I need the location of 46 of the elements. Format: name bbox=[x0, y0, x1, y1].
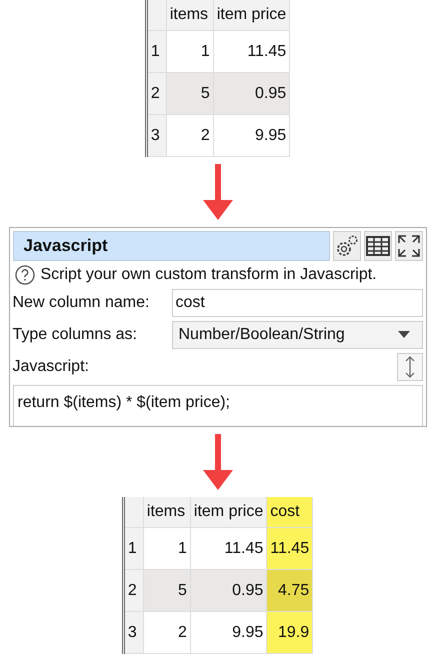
table-cell: 0.95 bbox=[190, 570, 267, 612]
table-cell: 2 bbox=[143, 612, 190, 654]
resize-button[interactable] bbox=[396, 353, 422, 381]
vertical-arrows-icon bbox=[404, 356, 414, 378]
table-icon bbox=[366, 235, 390, 257]
column-header[interactable]: item price bbox=[190, 497, 267, 528]
help-icon[interactable] bbox=[14, 265, 34, 285]
table-view-button[interactable] bbox=[364, 231, 392, 261]
gears-icon bbox=[334, 234, 358, 258]
down-arrow-icon bbox=[202, 434, 232, 490]
table-cell: 11.45 bbox=[213, 30, 290, 72]
code-label: Javascript: bbox=[12, 358, 89, 376]
table-cell: 11.45 bbox=[190, 528, 267, 570]
table-cell: 4.75 bbox=[266, 570, 313, 612]
table-cell: 11.45 bbox=[266, 528, 313, 570]
help-text: Script your own custom transform in Javascript. bbox=[40, 266, 377, 284]
row-number: 3 bbox=[123, 612, 144, 654]
table-cell: 9.95 bbox=[190, 612, 267, 654]
transform-title: Javascript bbox=[12, 231, 330, 261]
table-cell: 5 bbox=[166, 72, 214, 114]
code-editor[interactable]: return $(items) * $(item price); bbox=[12, 385, 422, 426]
dropdown-caret-icon bbox=[398, 331, 410, 339]
expand-icon bbox=[396, 234, 420, 258]
table-cell: 2 bbox=[166, 114, 214, 156]
row-number: 2 bbox=[146, 72, 166, 114]
row-number: 1 bbox=[146, 30, 166, 72]
table-cell: 9.95 bbox=[213, 114, 290, 156]
column-header[interactable]: item price bbox=[213, 0, 290, 30]
table-cell: 5 bbox=[143, 570, 190, 612]
table-cell: 19.9 bbox=[266, 612, 313, 654]
column-header[interactable]: cost bbox=[266, 497, 313, 528]
table-cell: 1 bbox=[143, 528, 190, 570]
settings-button[interactable] bbox=[332, 231, 360, 261]
table-cell: 0.95 bbox=[213, 72, 290, 114]
row-number: 3 bbox=[146, 114, 166, 156]
type-dropdown[interactable]: Number/Boolean/String bbox=[172, 321, 422, 349]
column-name-field[interactable]: cost bbox=[172, 289, 422, 317]
column-header[interactable]: items bbox=[166, 0, 214, 30]
table-cell: 1 bbox=[166, 30, 214, 72]
down-arrow-icon bbox=[202, 164, 232, 220]
maximize-button[interactable] bbox=[394, 231, 422, 261]
field-label: Type columns as: bbox=[12, 326, 138, 344]
row-number: 2 bbox=[123, 570, 144, 612]
row-number: 1 bbox=[123, 528, 144, 570]
field-label: New column name: bbox=[12, 294, 150, 312]
column-header[interactable]: items bbox=[143, 497, 190, 528]
